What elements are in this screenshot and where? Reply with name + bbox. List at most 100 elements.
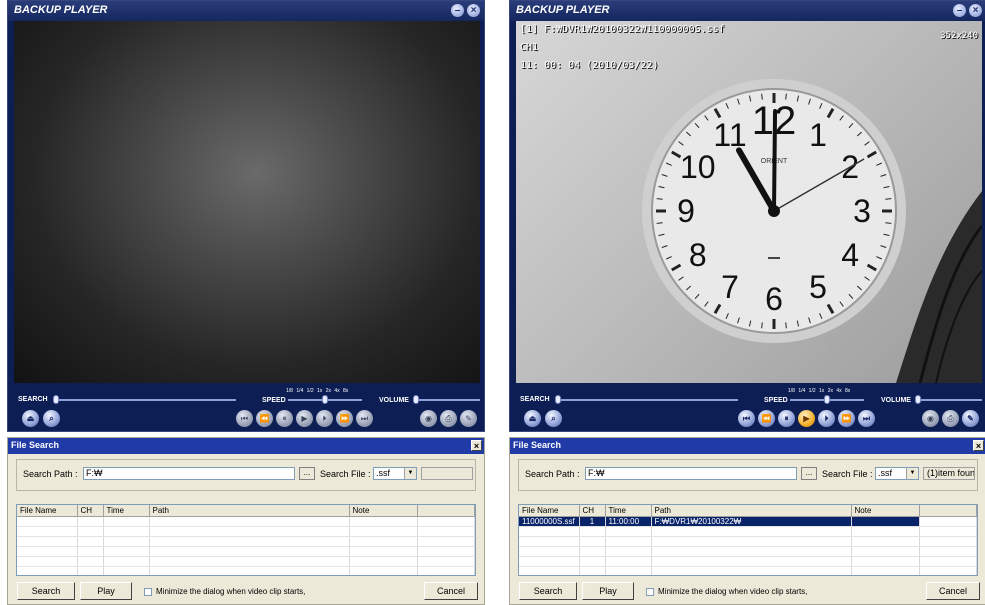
chevron-down-icon[interactable]: ▼ xyxy=(404,468,416,479)
column-path[interactable]: Path xyxy=(651,505,852,517)
play-button[interactable]: Play xyxy=(80,582,132,600)
search-button[interactable]: Search xyxy=(519,582,577,600)
chevron-down-icon[interactable]: ▼ xyxy=(906,468,918,479)
play-icon[interactable]: ▶ xyxy=(296,410,313,427)
snapshot-icon[interactable]: ◉ xyxy=(922,410,939,427)
column-time[interactable]: Time xyxy=(605,505,652,517)
close-icon[interactable]: × xyxy=(467,4,480,17)
column-path[interactable]: Path xyxy=(149,505,350,517)
cell-file-name: 11000000S.ssf xyxy=(519,516,580,527)
volume-slider-knob[interactable] xyxy=(413,395,419,404)
column-time[interactable]: Time xyxy=(103,505,150,517)
play-button[interactable]: Play xyxy=(582,582,634,600)
column-ch[interactable]: CH xyxy=(579,505,606,517)
clock-numeral: 10 xyxy=(680,149,716,185)
clock-numeral: 7 xyxy=(721,269,739,305)
table-row[interactable] xyxy=(519,566,977,575)
step-forward-icon[interactable]: ⏵ xyxy=(316,410,333,427)
snapshot-icon[interactable]: ◉ xyxy=(420,410,437,427)
cancel-button[interactable]: Cancel xyxy=(926,582,980,600)
search-path-input[interactable]: F:₩ xyxy=(83,467,295,480)
table-row[interactable] xyxy=(17,546,475,557)
step-forward-icon[interactable]: ⏵ xyxy=(818,410,835,427)
volume-label: VOLUME xyxy=(379,397,409,404)
play-icon[interactable]: ▶ xyxy=(798,410,815,427)
dialog-close-icon[interactable]: × xyxy=(471,440,482,451)
pause-icon[interactable]: ⏸ xyxy=(276,410,293,427)
rewind-icon[interactable]: ⏪ xyxy=(256,410,273,427)
table-row[interactable]: 11000000S.ssf 1 11:00:00 F:₩DVR1₩2010032… xyxy=(519,516,977,527)
column-note[interactable]: Note xyxy=(349,505,418,517)
minimize-icon[interactable]: – xyxy=(451,4,464,17)
file-search-dialog: File Search × Search Path : F:₩ ... Sear… xyxy=(509,437,985,605)
settings-icon[interactable]: ✎ xyxy=(962,410,979,427)
settings-icon[interactable]: ✎ xyxy=(460,410,477,427)
dialog-close-icon[interactable]: × xyxy=(973,440,984,451)
volume-slider-track[interactable] xyxy=(416,399,480,401)
table-row[interactable] xyxy=(519,536,977,547)
clock-numeral: 6 xyxy=(765,281,783,317)
minimize-label: Minimize the dialog when video clip star… xyxy=(658,587,808,596)
skip-end-icon[interactable]: ⏭ xyxy=(356,410,373,427)
volume-slider-track[interactable] xyxy=(918,399,982,401)
dialog-title: File Search xyxy=(11,440,60,450)
speed-scale-labels: 1/8 1/4 1/2 1x 2x 4x 8x xyxy=(788,388,851,394)
fast-forward-icon[interactable]: ⏩ xyxy=(336,410,353,427)
table-row[interactable] xyxy=(519,526,977,537)
fast-forward-icon[interactable]: ⏩ xyxy=(838,410,855,427)
speed-scale-labels: 1/8 1/4 1/2 1x 2x 4x 8x xyxy=(286,388,349,394)
table-row[interactable] xyxy=(519,556,977,567)
search-slider-track[interactable] xyxy=(558,399,738,401)
search-file-select[interactable]: .ssf ▼ xyxy=(373,467,417,480)
cell-note xyxy=(851,516,920,527)
rewind-icon[interactable]: ⏪ xyxy=(758,410,775,427)
search-icon[interactable]: ⌕ xyxy=(43,410,60,427)
search-icon[interactable]: ⌕ xyxy=(545,410,562,427)
close-icon[interactable]: × xyxy=(969,4,982,17)
minimize-icon[interactable]: – xyxy=(953,4,966,17)
search-slider-knob[interactable] xyxy=(555,395,561,404)
pause-icon[interactable]: ⏸ xyxy=(778,410,795,427)
search-slider-track[interactable] xyxy=(56,399,236,401)
cancel-button[interactable]: Cancel xyxy=(424,582,478,600)
skip-start-icon[interactable]: ⏮ xyxy=(236,410,253,427)
speed-slider-knob[interactable] xyxy=(322,395,328,404)
speed-slider-knob[interactable] xyxy=(824,395,830,404)
search-file-label: Search File : xyxy=(320,469,371,479)
eject-icon[interactable]: ⏏ xyxy=(22,410,39,427)
search-file-select[interactable]: .ssf ▼ xyxy=(875,467,919,480)
minimize-checkbox[interactable] xyxy=(144,588,152,596)
column-ch[interactable]: CH xyxy=(77,505,104,517)
clock-numeral: 4 xyxy=(841,237,859,273)
print-icon[interactable]: ⎙ xyxy=(440,410,457,427)
print-icon[interactable]: ⎙ xyxy=(942,410,959,427)
eject-icon[interactable]: ⏏ xyxy=(524,410,541,427)
volume-slider-knob[interactable] xyxy=(915,395,921,404)
search-button[interactable]: Search xyxy=(17,582,75,600)
search-file-value: .ssf xyxy=(376,468,391,478)
search-slider-knob[interactable] xyxy=(53,395,59,404)
minimize-checkbox[interactable] xyxy=(646,588,654,596)
table-row[interactable] xyxy=(17,526,475,537)
column-file-name[interactable]: File Name xyxy=(17,505,78,517)
player-title: BACKUP PLAYER xyxy=(516,4,610,16)
search-path-input[interactable]: F:₩ xyxy=(585,467,797,480)
table-row[interactable] xyxy=(519,546,977,557)
table-row[interactable] xyxy=(17,556,475,567)
column-file-name[interactable]: File Name xyxy=(519,505,580,517)
table-row[interactable] xyxy=(17,566,475,575)
table-row[interactable] xyxy=(17,536,475,547)
column-filler xyxy=(919,505,977,517)
browse-button[interactable]: ... xyxy=(801,467,817,480)
video-display xyxy=(14,21,480,383)
file-list-grid[interactable]: File Name CH Time Path Note xyxy=(16,504,476,576)
file-list-grid[interactable]: File Name CH Time Path Note 11000000S.ss… xyxy=(518,504,978,576)
skip-end-icon[interactable]: ⏭ xyxy=(858,410,875,427)
browse-button[interactable]: ... xyxy=(299,467,315,480)
osd-timestamp: 11: 00: 04 (2010/03/22) xyxy=(520,60,659,71)
clock-tick xyxy=(885,222,892,224)
column-note[interactable]: Note xyxy=(851,505,920,517)
table-row[interactable] xyxy=(17,516,475,527)
skip-start-icon[interactable]: ⏮ xyxy=(738,410,755,427)
cable-shadow xyxy=(896,191,982,383)
